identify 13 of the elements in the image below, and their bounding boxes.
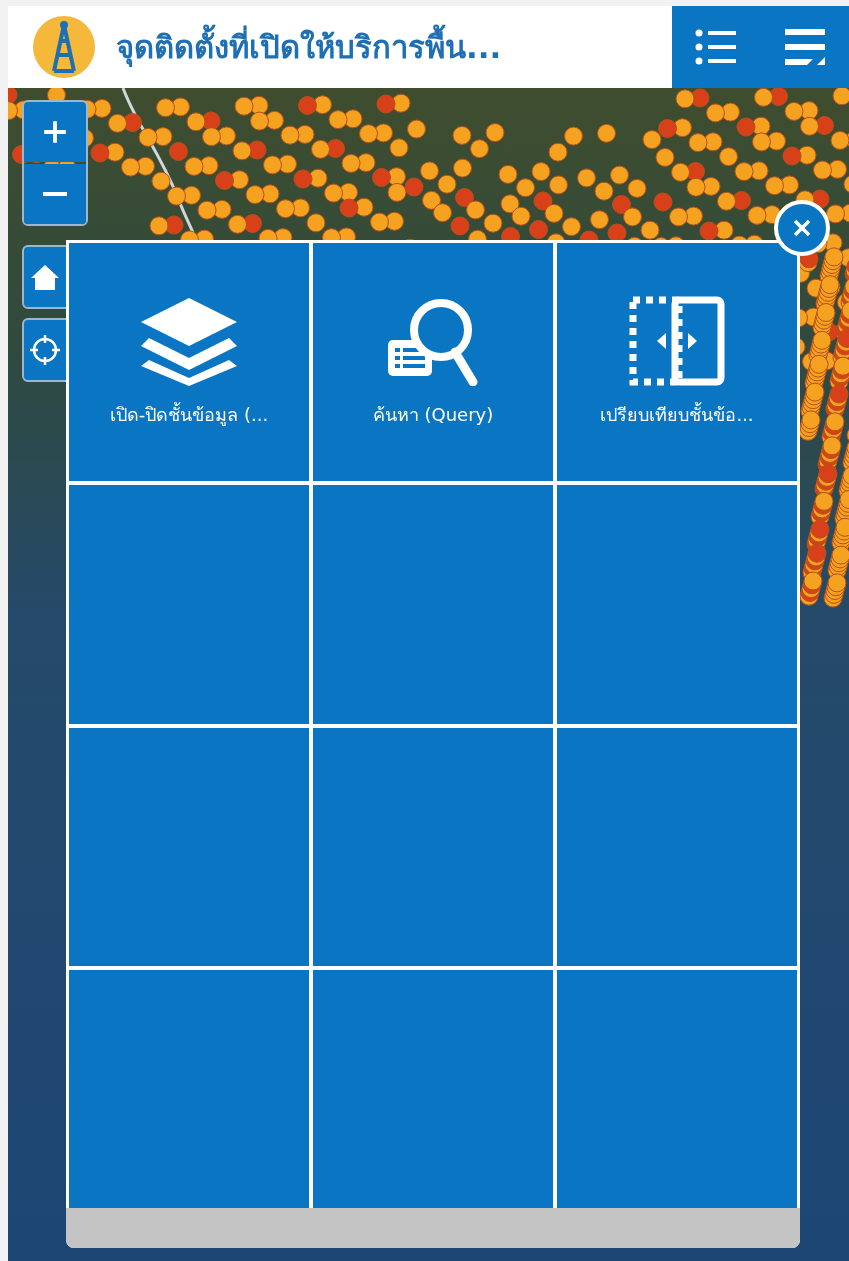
home-icon <box>30 263 60 291</box>
zoom-in-button[interactable] <box>24 102 86 162</box>
widget-tile[interactable]: เปิด-ปิดชั้นข้อมูล (... <box>69 243 309 482</box>
layers-icon <box>139 295 239 386</box>
crosshair-icon <box>30 335 60 365</box>
widget-tile[interactable]: เปรียบเทียบชั้นข้อ... <box>557 243 797 482</box>
swipe-compare-icon <box>627 295 727 386</box>
tower-logo-icon <box>32 15 96 79</box>
zoom-out-button[interactable] <box>24 164 86 224</box>
plus-icon <box>42 119 68 145</box>
app-title: จุดติดตั้งที่เปิดให้บริการพื้น... <box>116 22 502 72</box>
widget-tile[interactable]: ค้นหา (Query) <box>313 243 553 482</box>
minus-icon <box>42 192 68 196</box>
